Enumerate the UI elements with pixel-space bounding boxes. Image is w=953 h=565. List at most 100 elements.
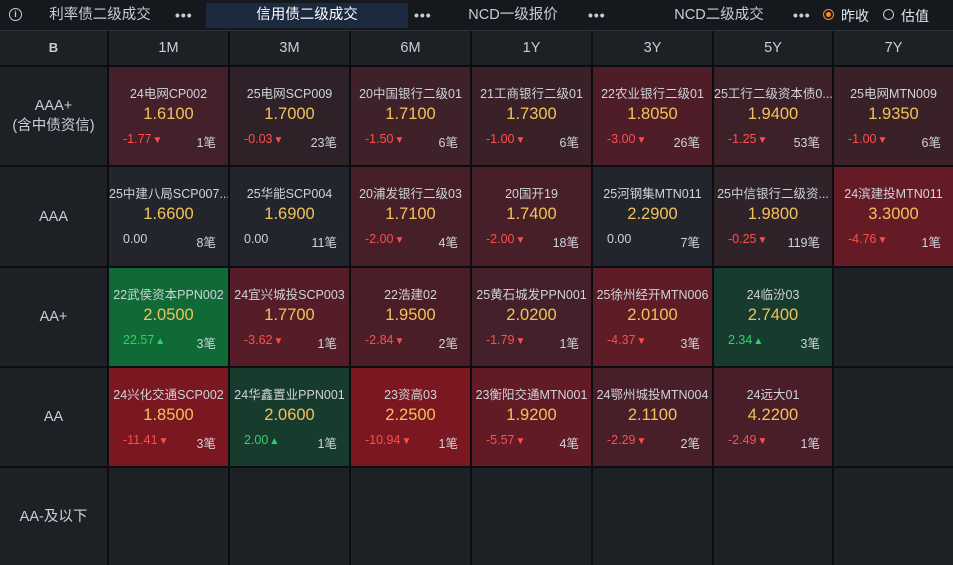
bond-cell[interactable]: 25中建八局SCP007... 1.6600 0.00 8笔 [109,167,228,266]
trade-count: 53笔 [793,136,820,150]
rating-label-text: AAA+ (含中债资信) [12,98,95,134]
arrow-down-icon: ▼ [394,336,405,347]
yield-change: 0.00 [607,232,631,246]
yield-change-value: -2.49 [728,433,757,447]
bond-yield: 2.0100 [627,306,678,324]
yield-change: -5.57▼ [486,433,525,447]
yield-change-value: -4.76 [848,232,877,246]
yield-change: -2.49▼ [728,433,767,447]
tab-menu-icon[interactable]: ••• [793,8,811,22]
bond-cell[interactable]: 24宜兴城投SCP003 1.7700 -3.62▼ 1笔 [230,268,349,366]
bond-cell[interactable]: 20中国银行二级01 1.7100 -1.50▼ 6笔 [351,67,470,165]
yield-change-value: 0.00 [607,232,632,246]
tab-rate-bond-secondary[interactable]: 利率债二级成交 [30,3,170,28]
yield-change: -4.76▼ [848,232,887,246]
bond-cell[interactable]: 25电网MTN009 1.9350 -1.00▼ 6笔 [834,67,953,165]
column-header[interactable]: 1M [109,31,228,65]
trade-count: 1笔 [800,437,820,451]
bond-cell[interactable]: 25电网SCP009 1.7000 -0.03▼ 23笔 [230,67,349,165]
bond-cell[interactable]: 22浩建02 1.9500 -2.84▼ 2笔 [351,268,470,366]
bond-yield: 1.8050 [627,105,678,123]
yield-change: -1.79▼ [486,333,525,347]
trade-count: 6笔 [438,136,458,150]
arrow-down-icon: ▼ [515,135,526,146]
radio-valuation-label[interactable]: 估值 [901,6,929,26]
tab-menu-icon[interactable]: ••• [414,8,432,22]
arrow-down-icon: ▼ [636,135,647,146]
bond-cell[interactable]: 20浦发银行二级03 1.7100 -2.00▼ 4笔 [351,167,470,266]
bond-name: 24临汾03 [746,288,800,302]
info-icon[interactable]: i [9,8,22,21]
bond-yield: 1.8500 [143,406,194,424]
arrow-down-icon: ▼ [877,135,888,146]
yield-change: -3.62▼ [244,333,283,347]
bond-cell[interactable]: 24兴化交通SCP002 1.8500 -11.41▼ 3笔 [109,368,228,466]
trade-count: 26笔 [673,136,700,150]
bond-cell[interactable]: 23资高03 2.2500 -10.94▼ 1笔 [351,368,470,466]
bond-cell[interactable]: 24华鑫置业PPN001 2.0600 2.00▲ 1笔 [230,368,349,466]
arrow-down-icon: ▼ [636,436,647,447]
empty-cell [472,468,591,565]
bond-cell[interactable]: 25河钢集MTN011 2.2900 0.00 7笔 [593,167,712,266]
radio-prev-close-label[interactable]: 昨收 [841,6,869,26]
yield-change-value: -0.25 [728,232,757,246]
bond-cell[interactable]: 24远大01 4.2200 -2.49▼ 1笔 [714,368,832,466]
bond-name: 21工商银行二级01 [480,87,583,101]
bond-cell[interactable]: 25工行二级资本债0... 1.9400 -1.25▼ 53笔 [714,67,832,165]
arrow-down-icon: ▼ [515,436,526,447]
arrow-down-icon: ▼ [394,135,405,146]
empty-cell [834,268,953,366]
bond-cell[interactable]: 25华能SCP004 1.6900 0.00 11笔 [230,167,349,266]
empty-cell [230,468,349,565]
bond-cell[interactable]: 24临汾03 2.7400 2.34▲ 3笔 [714,268,832,366]
trade-count: 6笔 [921,136,941,150]
rating-label-text: AA+ [39,309,68,325]
corner-header[interactable]: B [0,31,107,65]
column-header[interactable]: 5Y [714,31,832,65]
trade-count: 1笔 [559,337,579,351]
yield-change-value: 2.00 [244,433,269,447]
yield-change-value: -3.62 [244,333,273,347]
column-header[interactable]: 6M [351,31,470,65]
yield-change: -1.00▼ [848,132,887,146]
yield-change: -10.94▼ [365,433,411,447]
tab-credit-bond-secondary[interactable]: 信用债二级成交 [206,3,408,28]
bond-cell[interactable]: 25中信银行二级资... 1.9800 -0.25▼ 119笔 [714,167,832,266]
bond-name: 20中国银行二级01 [359,87,462,101]
radio-valuation[interactable] [883,9,894,20]
bond-name: 25中信银行二级资... [717,187,829,201]
bond-cell[interactable]: 25徐州经开MTN006 2.0100 -4.37▼ 3笔 [593,268,712,366]
trade-count: 4笔 [559,437,579,451]
tab-ncd-secondary[interactable]: NCD二级成交 [655,3,783,28]
bond-cell[interactable]: 20国开19 1.7400 -2.00▼ 18笔 [472,167,591,266]
bond-cell[interactable]: 24电网CP002 1.6100 -1.77▼ 1笔 [109,67,228,165]
bond-cell[interactable]: 24滨建投MTN011 3.3000 -4.76▼ 1笔 [834,167,953,266]
trade-count: 2笔 [680,437,700,451]
bond-name: 22武侯资本PPN002 [113,288,224,302]
bond-cell[interactable]: 25黄石城发PPN001 2.0200 -1.79▼ 1笔 [472,268,591,366]
arrow-down-icon: ▼ [273,135,284,146]
empty-cell [834,468,953,565]
radio-prev-close[interactable] [823,9,834,20]
bond-name: 20浦发银行二级03 [359,187,462,201]
tab-ncd-primary-quote[interactable]: NCD一级报价 [448,3,578,28]
tab-menu-icon[interactable]: ••• [588,8,606,22]
column-header[interactable]: 3M [230,31,349,65]
column-header[interactable]: 7Y [834,31,953,65]
bond-cell[interactable]: 21工商银行二级01 1.7300 -1.00▼ 6笔 [472,67,591,165]
yield-change-value: 2.34 [728,333,753,347]
trade-count: 1笔 [196,136,216,150]
bond-cell[interactable]: 22农业银行二级01 1.8050 -3.00▼ 26笔 [593,67,712,165]
bond-cell[interactable]: 24鄂州城投MTN004 2.1100 -2.29▼ 2笔 [593,368,712,466]
tab-menu-icon[interactable]: ••• [175,8,193,22]
arrow-down-icon: ▼ [401,436,412,447]
column-header[interactable]: 3Y [593,31,712,65]
yield-change-value: -1.50 [365,132,394,146]
bond-name: 24鄂州城投MTN004 [596,388,709,402]
bond-cell[interactable]: 22武侯资本PPN002 2.0500 22.57▲ 3笔 [109,268,228,366]
arrow-down-icon: ▼ [757,235,768,246]
rating-row-label: AA-及以下 [0,468,107,565]
bond-yield: 1.7000 [264,105,315,123]
column-header[interactable]: 1Y [472,31,591,65]
bond-cell[interactable]: 23衡阳交通MTN001 1.9200 -5.57▼ 4笔 [472,368,591,466]
